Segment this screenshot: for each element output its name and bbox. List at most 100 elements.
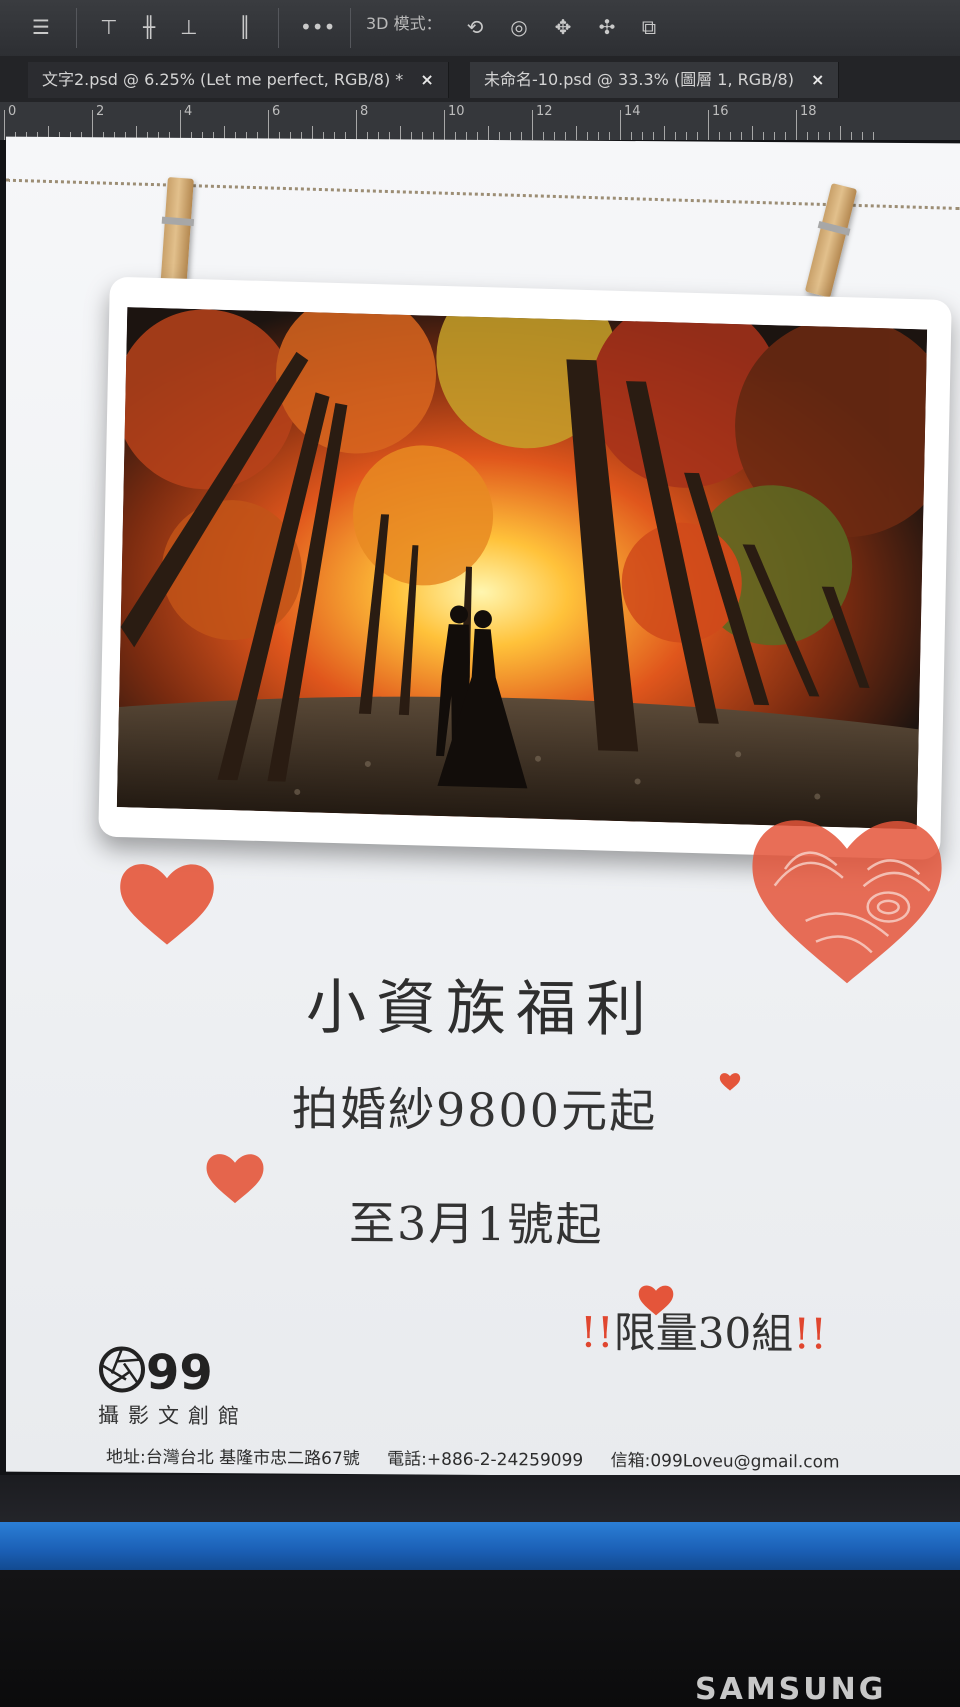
ruler-minor-tick [631, 132, 632, 140]
ruler-minor-tick [697, 132, 698, 140]
ruler-major-tick [92, 110, 93, 140]
date-text: 至3月1號起 [349, 1196, 604, 1252]
ruler-minor-tick [510, 132, 511, 140]
distribute-icon[interactable]: ║ [232, 14, 258, 40]
ruler-label: 18 [800, 104, 817, 119]
hanging-string [5, 178, 960, 210]
document-tab-bar: 文字2.psd @ 6.25% (Let me perfect, RGB/8) … [0, 56, 960, 103]
tab-document-untitled10[interactable]: 未命名-10.psd @ 33.3% (圖層 1, RGB/8) × [470, 62, 840, 98]
divider [76, 8, 77, 48]
heart-icon [120, 864, 214, 945]
limit-prefix: !! [580, 1307, 614, 1357]
ruler-minor-tick [554, 132, 555, 140]
ruler-minor-tick [774, 132, 775, 140]
ruler-minor-tick [862, 132, 863, 140]
pan-3d-icon[interactable]: ✥ [550, 14, 576, 40]
ruler-minor-tick [741, 132, 742, 140]
tab-label: 未命名-10.psd @ 33.3% (圖層 1, RGB/8) [484, 70, 794, 89]
monitor-brand: SAMSUNG [695, 1672, 887, 1707]
ruler-label: 2 [96, 104, 105, 119]
align-vcenter-icon[interactable]: ╫ [136, 14, 162, 40]
more-icon[interactable]: ••• [300, 14, 335, 40]
ruler-major-tick [444, 110, 445, 140]
divider [278, 8, 279, 48]
wedding-photo [116, 307, 928, 830]
phone-text: 電話:+886-2-24259099 [387, 1449, 584, 1471]
ruler-minor-tick [488, 126, 489, 140]
ruler-minor-tick [466, 132, 467, 140]
studio-logo: 99 [99, 1345, 213, 1397]
horizontal-ruler[interactable]: 0 2 4 6 8 10 12 14 16 18 [0, 102, 960, 141]
ruler-minor-tick [598, 132, 599, 140]
align-top-icon[interactable]: ⊤ [96, 14, 122, 40]
fingerprint-heart-icon [752, 820, 942, 984]
close-icon[interactable]: × [420, 70, 433, 89]
ruler-minor-tick [730, 132, 731, 140]
studio-name: 攝影文創館 [98, 1403, 248, 1429]
slide-3d-icon[interactable]: ✣ [594, 14, 620, 40]
ruler-minor-tick [719, 132, 720, 140]
ruler-minor-tick [851, 132, 852, 140]
ruler-minor-tick [521, 132, 522, 140]
contact-footer: 地址:台灣台北 基隆市忠二路67號 電話:+886-2-24259099 信箱:… [106, 1442, 862, 1472]
ruler-minor-tick [576, 126, 577, 140]
ruler-minor-tick [664, 126, 665, 140]
ruler-minor-tick [565, 132, 566, 140]
photoshop-options-bar: ☰ ⊤ ╫ ⊥ ║ ••• 3D 模式： ⟲ ◎ ✥ ✣ ⧉ [0, 0, 960, 57]
ruler-major-tick [180, 110, 181, 140]
tab-document-text2[interactable]: 文字2.psd @ 6.25% (Let me perfect, RGB/8) … [28, 62, 449, 98]
orbit-3d-icon[interactable]: ⟲ [462, 14, 488, 40]
price-text: 拍婚紗9800元起 [292, 1081, 658, 1139]
heart-icon [719, 1073, 741, 1091]
ruler-major-tick [268, 110, 269, 140]
ruler-minor-tick [840, 126, 841, 140]
ruler-major-tick [532, 110, 533, 140]
3d-mode-label: 3D 模式： [366, 14, 442, 33]
ruler-major-tick [708, 110, 709, 140]
ruler-minor-tick [543, 132, 544, 140]
ruler-major-tick [4, 110, 5, 140]
clothespin-right [804, 182, 858, 298]
heart-icon [206, 1154, 264, 1204]
photo-frame [98, 276, 952, 860]
ruler-minor-tick [807, 132, 808, 140]
ruler-minor-tick [818, 132, 819, 140]
ruler-minor-tick [873, 132, 874, 140]
close-icon[interactable]: × [811, 70, 824, 89]
email-text: 信箱:099Loveu@gmail.com [610, 1450, 840, 1473]
ruler-minor-tick [763, 132, 764, 140]
ruler-minor-tick [455, 132, 456, 140]
ruler-label: 8 [360, 104, 369, 119]
taskbar-strip [0, 1522, 960, 1570]
poster-document: 小資族福利 拍婚紗9800元起 至3月1號起 !!限量30組!! 99 攝影文創… [5, 136, 960, 1479]
ruler-minor-tick [686, 132, 687, 140]
scale-3d-icon[interactable]: ⧉ [636, 14, 662, 40]
ruler-label: 0 [8, 104, 17, 119]
clothespin-left [160, 177, 194, 291]
ruler-major-tick [796, 110, 797, 140]
logo-number: 99 [146, 1345, 213, 1397]
ruler-minor-tick [785, 132, 786, 140]
limit-text: !!限量30組!! [580, 1299, 827, 1362]
ruler-minor-tick [609, 132, 610, 140]
ruler-minor-tick [400, 126, 401, 140]
ruler-label: 16 [712, 104, 729, 119]
divider [350, 8, 351, 48]
ruler-label: 6 [272, 104, 281, 119]
ruler-major-tick [620, 110, 621, 140]
roll-3d-icon[interactable]: ◎ [506, 14, 532, 40]
ruler-minor-tick [653, 132, 654, 140]
address-text: 地址:台灣台北 基隆市忠二路67號 [106, 1447, 360, 1470]
limit-label: 限量30組 [613, 1307, 794, 1359]
ruler-label: 14 [624, 104, 641, 119]
ruler-minor-tick [752, 126, 753, 140]
align-left-icon[interactable]: ☰ [28, 14, 54, 40]
promo-headline: 小資族福利 [306, 972, 656, 1046]
ruler-minor-tick [675, 132, 676, 140]
align-bottom-icon[interactable]: ⊥ [176, 14, 202, 40]
ruler-minor-tick [642, 132, 643, 140]
ruler-label: 4 [184, 104, 193, 119]
tab-label: 文字2.psd @ 6.25% (Let me perfect, RGB/8) … [42, 70, 404, 89]
ruler-minor-tick [499, 132, 500, 140]
ruler-label: 10 [448, 104, 465, 119]
